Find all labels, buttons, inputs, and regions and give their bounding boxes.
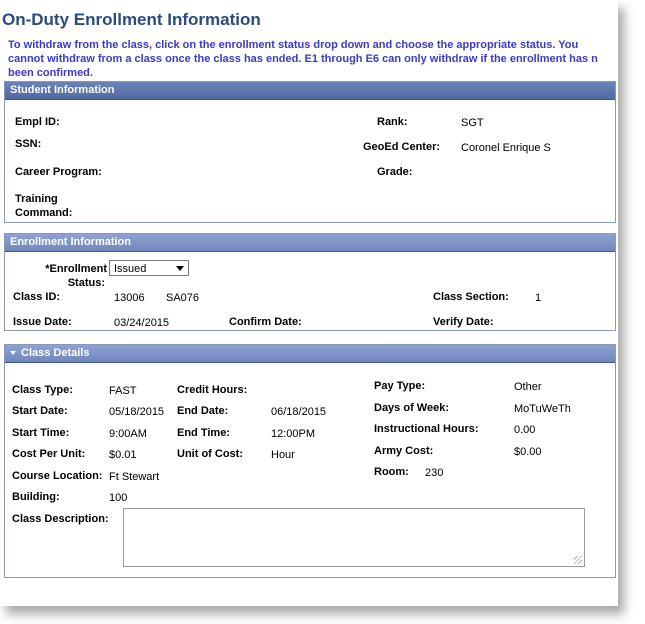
room-label: Room: [374,466,409,478]
instructions-text: To withdraw from the class, click on the… [8,38,618,80]
end-date-value: 06/18/2015 [271,406,327,418]
instructional-hours-value: 0.00 [514,424,536,436]
enrollment-information-header: Enrollment Information [5,234,615,252]
start-time-label: Start Time: [12,427,70,439]
verify-date-label: Verify Date: [433,316,494,328]
army-cost-value: $0.00 [514,446,542,458]
enrollment-status-label-line: Status: [67,277,105,289]
end-time-label: End Time: [177,427,230,439]
class-description-textarea[interactable] [123,508,585,567]
start-time-value: 9:00AM [109,428,147,440]
building-label: Building: [12,491,60,503]
course-location-value: Ft Stewart [109,471,160,483]
course-location-label: Course Location: [12,470,103,482]
student-information-header: Student Information [5,82,615,100]
end-time-value: 12:00PM [271,428,316,440]
class-section-label: Class Section: [433,291,509,303]
ssn-label: SSN: [15,138,42,150]
end-date-label: End Date: [177,405,229,417]
training-command-label-line: Command: [15,207,73,219]
class-description-label: Class Description: [12,513,109,525]
enrollment-status-dropdown[interactable]: Issued [109,260,189,276]
enrollment-status-label-line: *Enrollment [45,263,107,275]
cost-per-unit-label: Cost Per Unit: [12,448,86,460]
chevron-down-icon [176,266,184,271]
class-details-header[interactable]: Class Details [5,345,615,363]
student-information-section: Student Information Empl ID: SSN: Career… [4,81,616,223]
enrollment-information-section: Enrollment Information *Enrollment Statu… [4,233,616,331]
confirm-date-label: Confirm Date: [229,316,302,328]
start-date-value: 05/18/2015 [109,406,165,418]
issue-date-label: Issue Date: [13,316,72,328]
instructions-line: been confirmed. [8,67,93,79]
geoed-center-value: Coronel Enrique S [461,142,551,154]
rank-label: Rank: [377,116,408,128]
training-command-label-line: Training [15,193,58,205]
training-command-label: Training Command: [15,192,72,220]
class-id-label: Class ID: [13,291,61,303]
grade-label: Grade: [377,166,413,178]
class-type-label: Class Type: [12,384,73,396]
class-details-title: Class Details [21,347,90,359]
instructional-hours-label: Instructional Hours: [374,423,479,435]
class-section-value: 1 [535,292,542,304]
page-frame: On-Duty Enrollment Information To withdr… [0,0,618,606]
issue-date-value: 03/24/2015 [114,317,170,329]
instructions-line: cannot withdraw from a class once the cl… [8,53,598,65]
class-details-section: Class Details Class Type: FAST Start Dat… [4,344,616,578]
cost-per-unit-value: $0.01 [109,449,137,461]
geoed-center-label: GeoEd Center: [363,141,441,153]
class-id-value: 13006 [114,292,145,304]
days-of-week-label: Days of Week: [374,402,449,414]
collapse-arrow-icon [10,351,16,356]
room-value: 230 [425,467,444,479]
unit-of-cost-value: Hour [271,449,295,461]
pay-type-value: Other [514,381,542,393]
career-program-label: Career Program: [15,166,102,178]
empl-id-label: Empl ID: [15,116,60,128]
building-value: 100 [109,492,128,504]
class-code-value: SA076 [166,292,200,304]
start-date-label: Start Date: [12,405,68,417]
credit-hours-label: Credit Hours: [177,384,248,396]
class-type-value: FAST [109,385,137,397]
days-of-week-value: MoTuWeTh [514,403,571,415]
rank-value: SGT [461,117,484,129]
unit-of-cost-label: Unit of Cost: [177,448,243,460]
enrollment-status-value: Issued [114,263,147,275]
instructions-line: To withdraw from the class, click on the… [8,39,579,51]
pay-type-label: Pay Type: [374,380,426,392]
page-title: On-Duty Enrollment Information [2,10,261,29]
army-cost-label: Army Cost: [374,445,434,457]
enrollment-status-label: *Enrollment Status: [41,262,107,290]
resize-grip-icon[interactable] [574,556,582,564]
